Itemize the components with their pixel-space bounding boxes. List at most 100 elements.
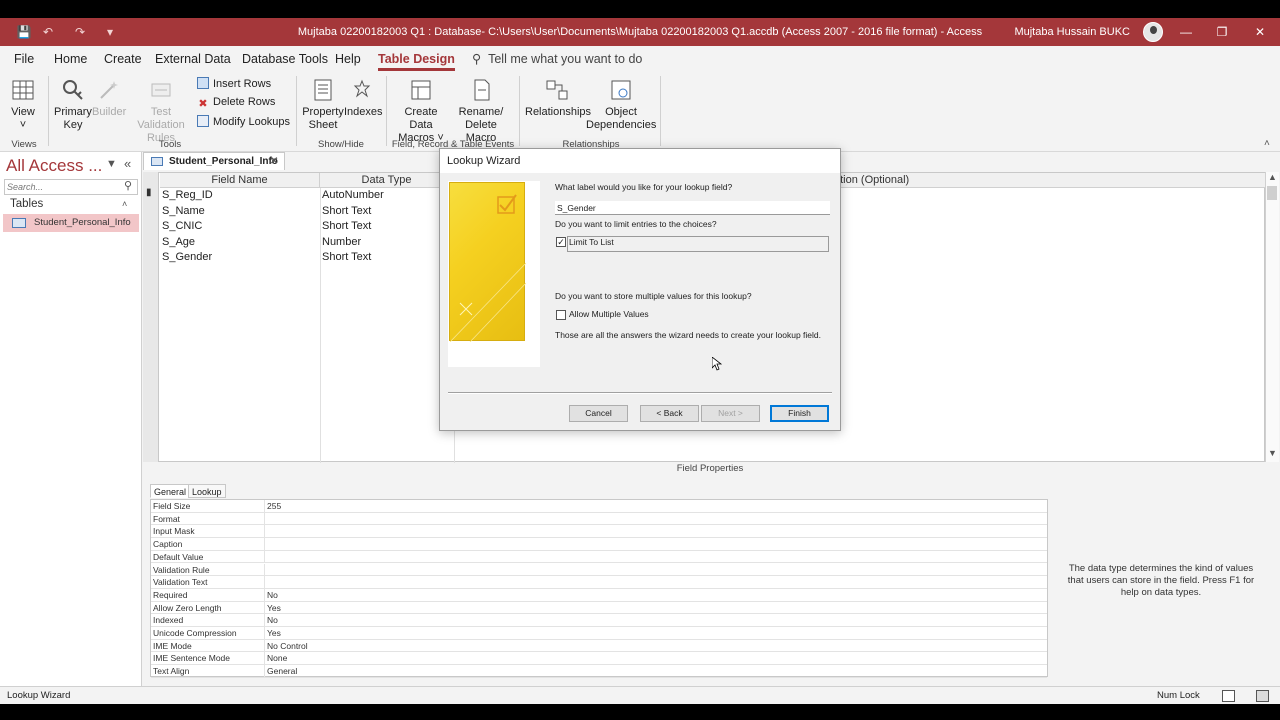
back-button[interactable]: < Back: [640, 405, 699, 422]
property-row[interactable]: IME Mode No Control: [151, 639, 1047, 653]
nav-menu-icon[interactable]: ▼: [106, 158, 117, 170]
restore-icon[interactable]: ❐: [1204, 18, 1240, 46]
finish-button[interactable]: Finish: [770, 405, 829, 422]
row-selector-column[interactable]: ▮: [143, 172, 159, 462]
property-value[interactable]: [264, 576, 267, 589]
primary-key-button[interactable]: Primary Key: [54, 78, 92, 132]
field-name-cell[interactable]: S_Name: [162, 204, 205, 219]
scroll-thumb[interactable]: [1267, 186, 1277, 200]
property-value[interactable]: [264, 538, 267, 551]
menu-create[interactable]: Create: [104, 46, 142, 72]
field-name-cell[interactable]: S_Reg_ID: [162, 188, 213, 203]
object-dependencies-icon: [611, 80, 631, 100]
property-row[interactable]: IME Sentence Mode None: [151, 652, 1047, 666]
key-icon: [63, 80, 83, 100]
property-value[interactable]: 255: [264, 500, 281, 512]
property-row[interactable]: Validation Rule: [151, 563, 1047, 577]
property-value[interactable]: [264, 563, 267, 576]
scroll-up-icon[interactable]: ▲: [1268, 172, 1277, 182]
property-value[interactable]: No: [264, 588, 278, 601]
scroll-down-icon[interactable]: ▼: [1268, 448, 1277, 458]
insert-rows-icon: [197, 77, 209, 89]
menu-file[interactable]: File: [14, 46, 34, 72]
delete-rows-button[interactable]: ✖ Delete Rows: [197, 96, 275, 110]
property-row[interactable]: Input Mask: [151, 525, 1047, 539]
property-value[interactable]: General: [264, 665, 297, 678]
data-type-cell[interactable]: AutoNumber: [322, 188, 384, 203]
minimize-icon[interactable]: —: [1168, 18, 1204, 46]
builder-button[interactable]: Builder: [92, 78, 126, 119]
property-row[interactable]: Field Size 255: [151, 500, 1047, 513]
close-tab-icon[interactable]: ✕: [270, 153, 278, 171]
property-row[interactable]: Default Value: [151, 550, 1047, 564]
tab-lookup[interactable]: Lookup: [188, 484, 226, 498]
view-button[interactable]: View ˅: [8, 78, 38, 132]
nav-header[interactable]: All Access ...: [6, 156, 102, 176]
property-row[interactable]: Required No: [151, 588, 1047, 602]
property-value[interactable]: No: [264, 614, 278, 627]
allow-multiple-values-checkbox[interactable]: [556, 310, 566, 320]
next-button[interactable]: Next >: [701, 405, 760, 422]
delete-rows-icon: ✖: [198, 98, 208, 110]
property-value[interactable]: No Control: [264, 639, 308, 652]
data-type-cell[interactable]: Short Text: [322, 219, 371, 234]
property-value[interactable]: Yes: [264, 627, 281, 639]
property-row[interactable]: Indexed No: [151, 614, 1047, 627]
design-view-icon[interactable]: [1256, 690, 1269, 702]
property-row[interactable]: Allow Zero Length Yes: [151, 601, 1047, 615]
field-name-cell[interactable]: S_Age: [162, 235, 195, 250]
data-type-cell[interactable]: Short Text: [322, 250, 371, 265]
collapse-ribbon-icon[interactable]: ˄: [1264, 138, 1270, 149]
lookup-wizard-dialog: Lookup Wizard What label would you like …: [439, 148, 841, 431]
lookup-label-input[interactable]: S_Gender: [555, 201, 830, 215]
object-dependencies-button[interactable]: Object Dependencies: [586, 78, 656, 132]
cancel-button[interactable]: Cancel: [569, 405, 628, 422]
nav-search-input[interactable]: Search...: [4, 179, 138, 195]
avatar[interactable]: [1143, 22, 1163, 42]
property-value[interactable]: [264, 550, 267, 563]
data-type-cell[interactable]: Number: [322, 235, 361, 250]
allow-multiple-values-label[interactable]: Allow Multiple Values: [569, 309, 649, 319]
property-value[interactable]: Yes: [264, 601, 281, 614]
field-name-cell[interactable]: S_CNIC: [162, 219, 202, 234]
property-row[interactable]: Validation Text: [151, 576, 1047, 589]
user-name[interactable]: Mujtaba Hussain BUKC: [1014, 18, 1130, 46]
menu-home[interactable]: Home: [54, 46, 87, 72]
collapse-section-icon[interactable]: ˄: [122, 199, 127, 209]
menu-table-design[interactable]: Table Design: [378, 46, 455, 72]
property-row[interactable]: Format: [151, 512, 1047, 526]
nav-item-student-personal-info[interactable]: Student_Personal_Info: [3, 214, 139, 232]
relationships-button[interactable]: Relationships: [525, 78, 591, 119]
rename-delete-macro-button[interactable]: Rename/Delete Macro: [449, 78, 513, 145]
limit-to-list-label[interactable]: Limit To List: [569, 237, 614, 247]
menu-database-tools[interactable]: Database Tools: [242, 46, 328, 72]
indexes-button[interactable]: Indexes: [344, 78, 383, 119]
menu-help[interactable]: Help: [335, 46, 361, 72]
shutter-bar-close-icon[interactable]: «: [124, 156, 131, 171]
property-row[interactable]: Caption: [151, 538, 1047, 551]
property-value[interactable]: None: [264, 652, 287, 665]
data-type-cell[interactable]: Short Text: [322, 204, 371, 219]
modify-lookups-button[interactable]: Modify Lookups: [197, 115, 290, 128]
close-icon[interactable]: ✕: [1242, 18, 1278, 46]
tab-student-personal-info[interactable]: Student_Personal_Info ✕: [143, 152, 285, 170]
property-value[interactable]: [264, 525, 267, 538]
tab-general[interactable]: General: [150, 484, 191, 498]
field-name-cell[interactable]: S_Gender: [162, 250, 212, 265]
test-validation-rules-button[interactable]: Test Validation Rules: [128, 78, 194, 145]
create-data-macros-button[interactable]: Create Data Macros ˅: [392, 78, 450, 145]
property-row[interactable]: Unicode Compression Yes: [151, 627, 1047, 640]
menu-external-data[interactable]: External Data: [155, 46, 231, 72]
search-icon[interactable]: ⚲: [124, 179, 132, 192]
property-key: Text Align: [153, 666, 190, 677]
datasheet-view-icon[interactable]: [1222, 690, 1235, 702]
nav-section-tables[interactable]: Tables: [10, 198, 43, 210]
property-row[interactable]: Text Align General: [151, 665, 1047, 678]
property-sheet-button[interactable]: Property Sheet: [302, 78, 344, 132]
property-key: Field Size: [153, 501, 191, 511]
limit-to-list-checkbox[interactable]: ✓: [556, 237, 566, 247]
property-value[interactable]: [264, 512, 267, 525]
vertical-scrollbar[interactable]: ▲ ▼: [1265, 172, 1279, 462]
insert-rows-button[interactable]: Insert Rows: [197, 77, 271, 90]
tell-me-search[interactable]: ⚲ Tell me what you want to do: [472, 46, 642, 72]
